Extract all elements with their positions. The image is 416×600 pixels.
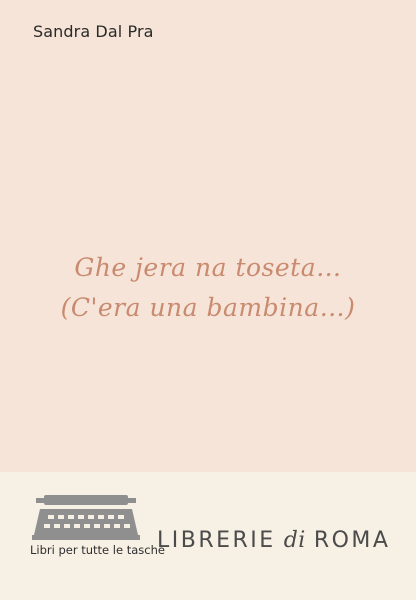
series-tagline: Libri per tutte le tasche [30,543,165,557]
book-title: Ghe jera na toseta… (C'era una bambina…) [0,248,416,328]
brand-roma: ROMA [313,528,391,553]
brand-librerie: LIBRERIE [157,528,276,553]
author-name: Sandra Dal Pra [33,22,154,41]
book-cover: Sandra Dal Pra Ghe jera na toseta… (C'er… [0,0,416,472]
title-line-1: Ghe jera na toseta… [74,253,342,282]
publisher-logo-text: LIBRERIE di ROMA [157,528,390,553]
brand-di: di [283,528,306,553]
title-line-2: (C'era una bambina…) [60,293,356,322]
